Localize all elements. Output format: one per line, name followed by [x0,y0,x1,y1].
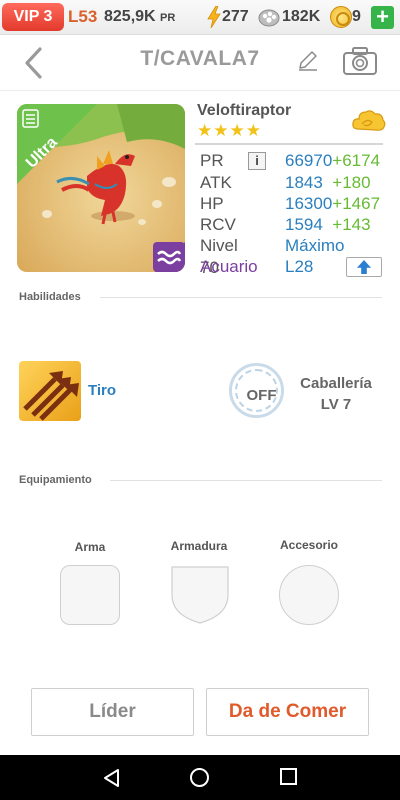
arrows-icon [23,371,79,421]
title-bar: T/CAVALA7 [0,35,400,91]
stat-label-rcv: RCV [200,215,236,234]
monster-portrait[interactable]: Ultra [17,104,185,272]
feed-button[interactable]: Da de Comer [206,688,369,736]
stat-bonus-rcv: +143 [332,215,371,234]
power-rating: 825,9K PR [104,4,175,30]
skills-divider [100,297,382,298]
equipment-section-label: Equipamiento [19,474,92,486]
stat-value-hp: 16300+1467 [285,194,381,213]
level-value: Máximo [285,236,345,255]
cavalry-level: LV 7 [320,396,352,413]
accessory-label: Accesorio [279,538,339,552]
stat-label-hp: HP [200,194,224,213]
nav-recents-icon[interactable] [280,768,297,785]
vip-badge[interactable]: VIP 3 [2,3,64,31]
power-value: 825,9K [104,8,156,25]
energy-count: 277 [222,8,249,25]
power-unit: PR [160,12,176,24]
habitat-level: L28 [285,257,314,276]
cavalry-toggle[interactable]: OFF [229,363,284,418]
lightning-icon [207,6,221,28]
upgrade-arrow-button[interactable] [346,257,382,277]
pencil-icon[interactable] [296,49,320,73]
stat-bonus-atk: +180 [332,173,371,192]
cavalry-name: Caballería [300,375,372,392]
food-icon [258,9,280,27]
skill-icon[interactable] [19,361,81,421]
stat-value-rcv: 1594 +143 [285,215,371,234]
camera-icon[interactable] [342,46,378,76]
status-bar: VIP 3 L53 825,9K PR 277 182K 9 + [0,0,400,35]
weapon-label: Arma [74,540,106,554]
cloud-icon[interactable] [352,107,386,137]
toggle-state-label: OFF [246,387,277,404]
stat-label-atk: ATK [200,173,232,192]
armor-label: Armadura [170,539,228,553]
stat-bonus-hp: +1467 [332,194,381,213]
stat-value-pr: 66970+6174 [285,151,381,170]
stat-value-atk: 1843 +180 [285,173,371,192]
skill-name[interactable]: Tiro [88,382,116,399]
stat-label-pr: PR [200,151,224,170]
add-gems-button[interactable]: + [371,6,394,29]
stat-bonus-pr: +6174 [332,151,381,170]
system-nav-bar [0,755,400,800]
food-count: 182K [282,8,321,25]
nav-back-icon[interactable] [102,768,120,788]
leader-button[interactable]: Líder [31,688,194,736]
equipment-divider [110,480,382,481]
skills-section-label: Habilidades [19,291,81,303]
habitat-label: Acuario [200,257,258,276]
cavalry-toggle-ring: OFF [235,369,278,412]
accessory-slot[interactable] [279,565,339,625]
monster-portrait-art: Ultra [17,104,185,272]
player-level: L53 [68,7,98,26]
back-chevron-icon[interactable] [22,45,46,81]
gem-icon [330,6,352,28]
monster-detail-screen: VIP 3 L53 825,9K PR 277 182K 9 + T/CAVAL… [0,0,400,800]
rank-stars: ★★★★ [197,121,262,140]
nav-home-icon[interactable] [190,768,209,787]
page-title: T/CAVALA7 [140,47,260,70]
info-icon[interactable]: i [248,152,266,170]
cavalry-info: Caballería LV 7 [289,373,383,415]
stats-divider [195,143,383,145]
monster-name: Veloftiraptor [197,102,292,119]
gem-count: 9 [352,8,361,25]
armor-slot[interactable] [170,565,230,625]
weapon-slot[interactable] [60,565,120,625]
